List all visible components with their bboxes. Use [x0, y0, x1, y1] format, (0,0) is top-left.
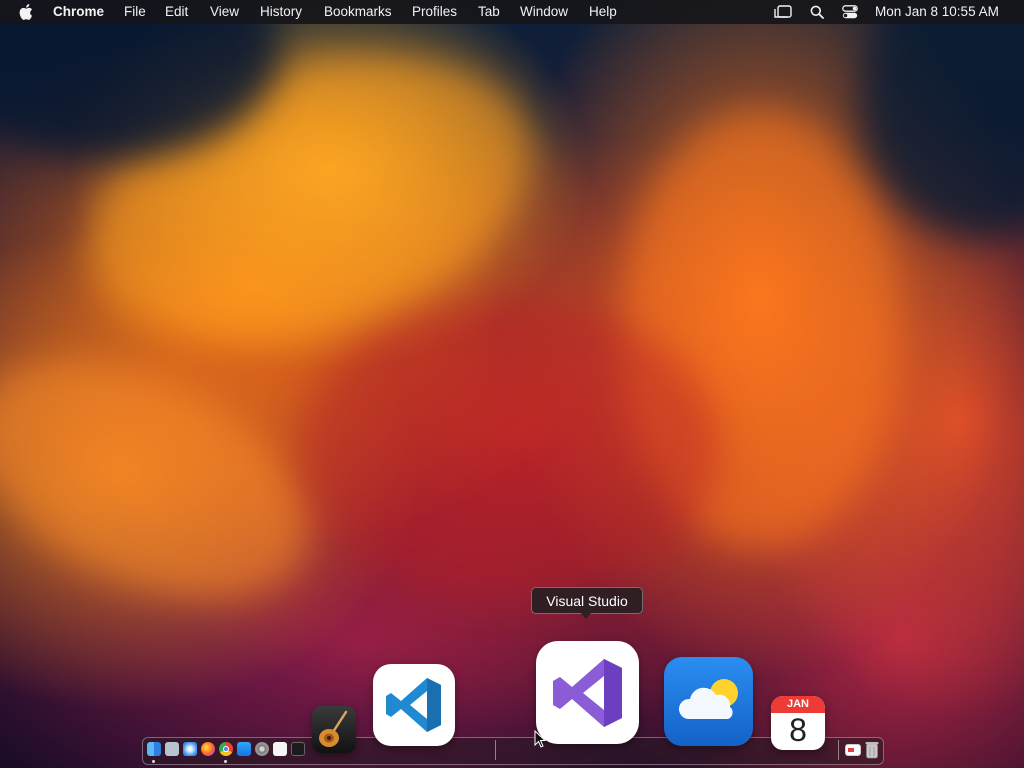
- menu-edit[interactable]: Edit: [165, 4, 188, 19]
- weather-icon[interactable]: [664, 657, 753, 746]
- search-icon[interactable]: [810, 5, 824, 19]
- menu-help[interactable]: Help: [589, 4, 617, 19]
- menu-view[interactable]: View: [210, 4, 239, 19]
- apple-icon[interactable]: [19, 4, 33, 20]
- menu-window[interactable]: Window: [520, 4, 568, 19]
- running-indicator: [224, 760, 227, 763]
- menu-clock[interactable]: Mon Jan 8 10:55 AM: [875, 4, 999, 19]
- garageband-icon[interactable]: [312, 706, 356, 753]
- visual-studio-icon[interactable]: [536, 641, 639, 744]
- system-preferences-icon[interactable]: [255, 742, 269, 756]
- wallpaper-shape: [300, 300, 720, 600]
- stage-manager-icon[interactable]: [774, 5, 792, 19]
- launchpad-icon[interactable]: [165, 742, 179, 756]
- visual-studio-logo-icon: [553, 659, 622, 727]
- dock-tooltip-label: Visual Studio: [546, 592, 628, 609]
- chrome-icon[interactable]: [219, 742, 233, 756]
- visual-studio-code-icon[interactable]: [373, 664, 455, 746]
- dock-tooltip-arrow: [580, 612, 592, 619]
- menu-bar: Chrome File Edit View History Bookmarks …: [0, 0, 1024, 24]
- partly-cloudy-icon: [678, 679, 738, 719]
- dock-separator: [495, 740, 496, 760]
- guitar-icon: [319, 710, 348, 747]
- menu-history[interactable]: History: [260, 4, 302, 19]
- finder-icon[interactable]: [147, 742, 161, 756]
- preview-icon-band: [848, 748, 854, 752]
- menu-file[interactable]: File: [124, 4, 146, 19]
- control-center-icon[interactable]: [842, 5, 858, 19]
- desktop: Chrome File Edit View History Bookmarks …: [0, 0, 1024, 768]
- chrome-icon-center: [223, 746, 229, 752]
- vscode-logo-icon: [386, 678, 441, 732]
- running-indicator: [152, 760, 155, 763]
- safari-icon[interactable]: [183, 742, 197, 756]
- trash-icon[interactable]: [865, 741, 879, 759]
- dock-separator: [838, 740, 839, 760]
- menu-profiles[interactable]: Profiles: [412, 4, 457, 19]
- menu-bookmarks[interactable]: Bookmarks: [324, 4, 392, 19]
- textedit-icon[interactable]: [273, 742, 287, 756]
- menu-app-name[interactable]: Chrome: [53, 4, 104, 19]
- calendar-icon[interactable]: JAN 8: [771, 696, 825, 750]
- menu-tab[interactable]: Tab: [478, 4, 500, 19]
- firefox-icon[interactable]: [201, 742, 215, 756]
- wallpaper-shape: [860, 0, 1024, 240]
- wallpaper-shape: [0, 313, 346, 647]
- app-store-icon[interactable]: [237, 742, 251, 756]
- preview-icon[interactable]: [845, 744, 861, 756]
- dock-tooltip: Visual Studio: [531, 587, 643, 614]
- mouse-cursor-icon: [534, 730, 546, 748]
- terminal-icon[interactable]: [291, 742, 305, 756]
- calendar-day: 8: [789, 712, 807, 748]
